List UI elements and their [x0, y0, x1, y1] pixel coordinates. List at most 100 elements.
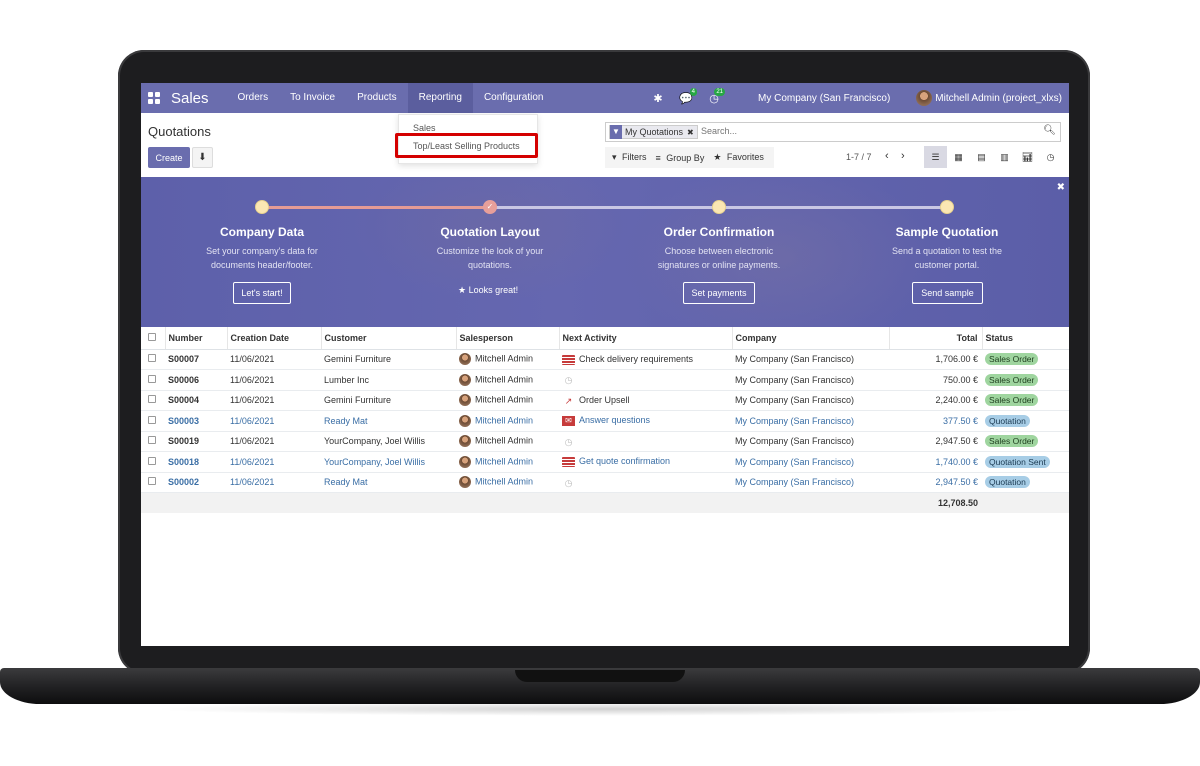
- close-icon[interactable]: ✖: [1057, 182, 1065, 193]
- cell-activity[interactable]: ◷: [559, 431, 732, 452]
- cell-company: My Company (San Francisco): [732, 349, 889, 370]
- company-switcher[interactable]: My Company (San Francisco): [758, 93, 890, 104]
- set-payments-button[interactable]: Set payments: [683, 282, 755, 304]
- kanban-view-icon[interactable]: ▦: [947, 146, 970, 168]
- table-row[interactable]: S00003 11/06/2021 Ready Mat Mitchell Adm…: [141, 410, 1069, 432]
- col-next-activity[interactable]: Next Activity: [559, 327, 733, 350]
- row-checkbox[interactable]: [141, 431, 165, 452]
- menu-products[interactable]: Products: [346, 83, 407, 113]
- laptop-notch: [515, 670, 685, 682]
- cell-date: 11/06/2021: [227, 410, 321, 432]
- col-customer[interactable]: Customer: [321, 327, 457, 350]
- app-brand[interactable]: Sales: [171, 90, 209, 107]
- table-row[interactable]: S00006 11/06/2021 Lumber Inc Mitchell Ad…: [141, 369, 1069, 391]
- cell-activity[interactable]: ◷: [559, 369, 732, 391]
- table-row[interactable]: S00019 11/06/2021 YourCompany, Joel Will…: [141, 431, 1069, 452]
- row-checkbox[interactable]: [141, 410, 165, 432]
- highlight-box: [395, 133, 538, 158]
- messages-badge: 4: [689, 87, 698, 96]
- graph-view-icon[interactable]: 📊︎: [1016, 146, 1039, 168]
- search-facet[interactable]: ▼ My Quotations ✖: [609, 125, 698, 139]
- cell-date: 11/06/2021: [227, 451, 321, 473]
- cell-activity[interactable]: ✉ Answer questions: [559, 410, 732, 432]
- cell-number: S00018: [165, 451, 227, 473]
- odoo-screen: Sales Orders To Invoice Products Reporti…: [141, 83, 1069, 646]
- bug-icon[interactable]: ✱: [647, 92, 669, 105]
- avatar: [459, 353, 471, 366]
- row-checkbox[interactable]: [141, 349, 165, 370]
- select-all-checkbox[interactable]: [141, 327, 166, 350]
- cell-salesperson: Mitchell Admin: [456, 472, 559, 493]
- apps-menu-icon[interactable]: [148, 92, 160, 104]
- chevron-right-icon[interactable]: ›: [901, 150, 905, 162]
- clock-icon[interactable]: ◷: [562, 375, 575, 385]
- activity-view-icon[interactable]: ◷: [1039, 146, 1062, 168]
- menu-reporting[interactable]: Reporting: [407, 83, 473, 113]
- row-checkbox[interactable]: [141, 369, 165, 391]
- pivot-view-icon[interactable]: ▥: [993, 146, 1016, 168]
- menu-to-invoice[interactable]: To Invoice: [279, 83, 346, 113]
- user-avatar[interactable]: [916, 90, 933, 106]
- dropdown-item-sales[interactable]: Sales: [413, 123, 436, 133]
- cell-activity[interactable]: Check delivery requirements: [559, 349, 732, 370]
- avatar: [459, 435, 471, 448]
- filters-button[interactable]: ▾ Filters: [612, 152, 650, 163]
- groupby-button[interactable]: ≡ Group By: [656, 153, 708, 163]
- laptop-shadow: [150, 702, 1050, 716]
- table-row[interactable]: S00007 11/06/2021 Gemini Furniture Mitch…: [141, 349, 1069, 370]
- lets-start-button[interactable]: Let's start!: [233, 282, 291, 304]
- cell-company: My Company (San Francisco): [732, 472, 889, 493]
- cell-date: 11/06/2021: [227, 472, 321, 493]
- row-checkbox[interactable]: [141, 390, 165, 411]
- col-salesperson[interactable]: Salesperson: [456, 327, 560, 350]
- col-company[interactable]: Company: [732, 327, 890, 350]
- cell-date: 11/06/2021: [227, 349, 321, 370]
- table-row[interactable]: S00004 11/06/2021 Gemini Furniture Mitch…: [141, 390, 1069, 411]
- cell-salesperson: Mitchell Admin: [456, 349, 559, 370]
- avatar: [459, 373, 471, 386]
- step-desc: Customize the look of your quotations.: [436, 246, 544, 270]
- cell-status: Quotation: [982, 410, 1069, 432]
- menu-configuration[interactable]: Configuration: [473, 83, 554, 113]
- search-bar[interactable]: ▼ My Quotations ✖ 🔍︎: [605, 122, 1061, 142]
- search-input[interactable]: [701, 126, 1001, 136]
- col-status[interactable]: Status: [982, 327, 1069, 350]
- menu-orders[interactable]: Orders: [227, 83, 280, 113]
- chevron-left-icon[interactable]: ‹: [885, 150, 889, 162]
- messages-icon[interactable]: 💬 4: [675, 87, 698, 105]
- cell-number: S00004: [165, 390, 227, 411]
- row-checkbox[interactable]: [141, 472, 165, 493]
- cell-activity[interactable]: Get quote confirmation: [559, 451, 732, 473]
- quotations-list: Number Creation Date Customer Salesperso…: [141, 327, 1069, 513]
- cell-customer: Gemini Furniture: [321, 390, 456, 411]
- list-view-icon[interactable]: ☰: [924, 146, 947, 168]
- progress-line-done: [262, 206, 490, 209]
- clock-icon[interactable]: ◷: [562, 478, 575, 488]
- cell-total: 1,706.00 €: [889, 349, 982, 370]
- col-total[interactable]: Total: [889, 327, 983, 350]
- star-icon: ★: [458, 285, 467, 295]
- favorites-button[interactable]: ★ Favorites: [713, 152, 767, 163]
- create-button[interactable]: Create: [148, 147, 190, 168]
- table-row[interactable]: S00002 11/06/2021 Ready Mat Mitchell Adm…: [141, 472, 1069, 493]
- row-checkbox[interactable]: [141, 451, 165, 473]
- pager-value[interactable]: 1-7 / 7: [846, 152, 872, 162]
- step-title: Sample Quotation: [895, 225, 999, 239]
- cell-activity[interactable]: ↗ Order Upsell: [559, 390, 732, 411]
- clock-icon[interactable]: ◷: [562, 437, 575, 447]
- step-done-label: ★ Looks great!: [458, 285, 519, 295]
- col-creation-date[interactable]: Creation Date: [227, 327, 322, 350]
- activities-icon[interactable]: ◷ 21: [703, 87, 726, 105]
- search-icon[interactable]: 🔍︎: [1043, 125, 1056, 136]
- send-sample-button[interactable]: Send sample: [912, 282, 983, 304]
- step-company-data: Company Data Set your company's data for…: [177, 225, 347, 272]
- cell-customer: Ready Mat: [321, 472, 456, 493]
- cell-activity[interactable]: ◷: [559, 472, 732, 493]
- user-menu[interactable]: Mitchell Admin (project_xlxs): [935, 93, 1062, 104]
- col-number[interactable]: Number: [165, 327, 228, 350]
- close-icon[interactable]: ✖: [687, 128, 694, 137]
- table-row[interactable]: S00018 11/06/2021 YourCompany, Joel Will…: [141, 451, 1069, 473]
- calendar-view-icon[interactable]: ▤: [970, 146, 993, 168]
- download-icon[interactable]: ⬇: [192, 147, 213, 168]
- envelope-icon: ✉: [562, 416, 575, 427]
